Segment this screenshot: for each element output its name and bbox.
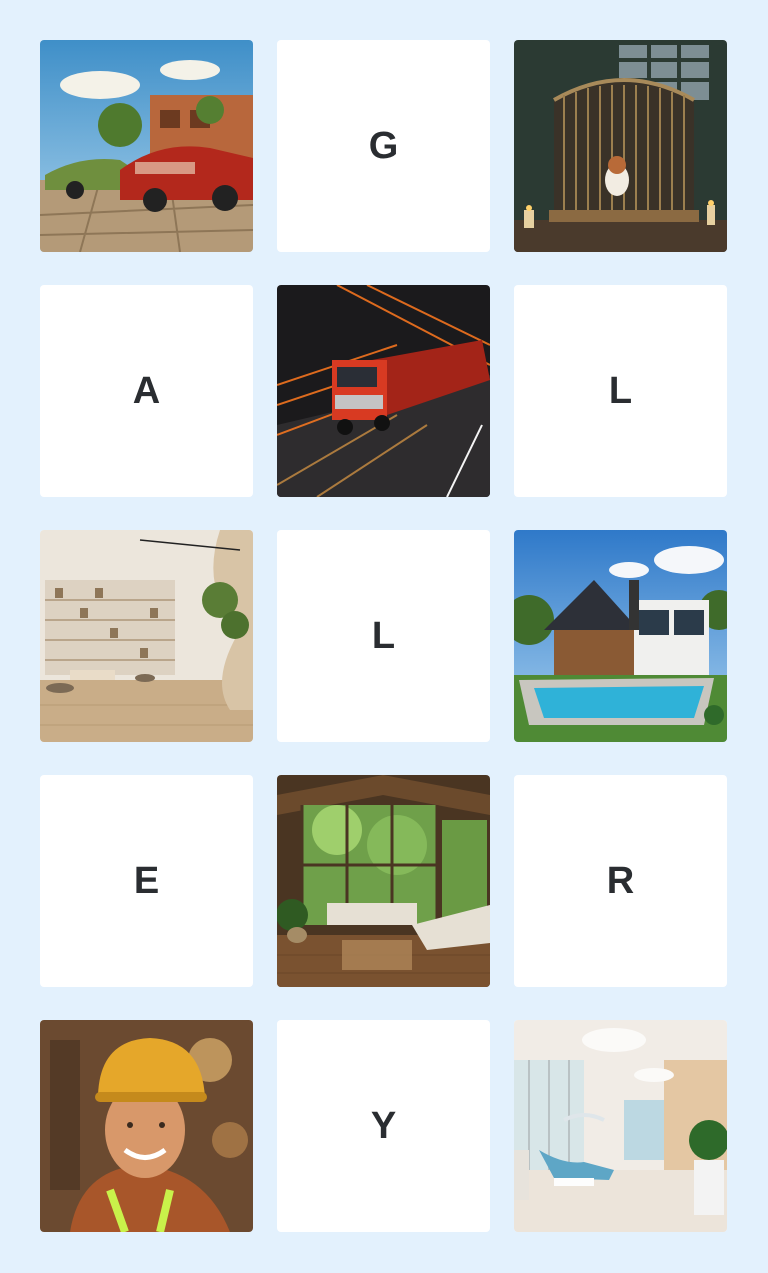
letter-tile-y[interactable]: Y bbox=[277, 1020, 490, 1232]
letter-tile-r[interactable]: R bbox=[514, 775, 727, 987]
letter-text: L bbox=[608, 369, 633, 412]
dog-in-cage-image[interactable] bbox=[514, 40, 727, 252]
letter-text: Y bbox=[370, 1104, 397, 1147]
smiling-worker-helmet-image[interactable] bbox=[40, 1020, 253, 1232]
letter-tile-e[interactable]: E bbox=[40, 775, 253, 987]
red-truck-motion-image[interactable] bbox=[277, 285, 490, 497]
letter-text: A bbox=[132, 369, 161, 412]
forest-living-room-image[interactable] bbox=[277, 775, 490, 987]
letter-tile-g[interactable]: G bbox=[277, 40, 490, 252]
letter-text: G bbox=[368, 124, 399, 167]
gallery-grid: G A L L E R Y bbox=[40, 40, 727, 1232]
letter-text: E bbox=[133, 859, 160, 902]
letter-tile-l-second[interactable]: L bbox=[277, 530, 490, 742]
letter-tile-l[interactable]: L bbox=[514, 285, 727, 497]
letter-tile-a[interactable]: A bbox=[40, 285, 253, 497]
shop-interior-image[interactable] bbox=[40, 530, 253, 742]
modern-house-pool-image[interactable] bbox=[514, 530, 727, 742]
letter-text: L bbox=[371, 614, 396, 657]
classic-cars-street-image[interactable] bbox=[40, 40, 253, 252]
dental-clinic-image[interactable] bbox=[514, 1020, 727, 1232]
letter-text: R bbox=[606, 859, 635, 902]
